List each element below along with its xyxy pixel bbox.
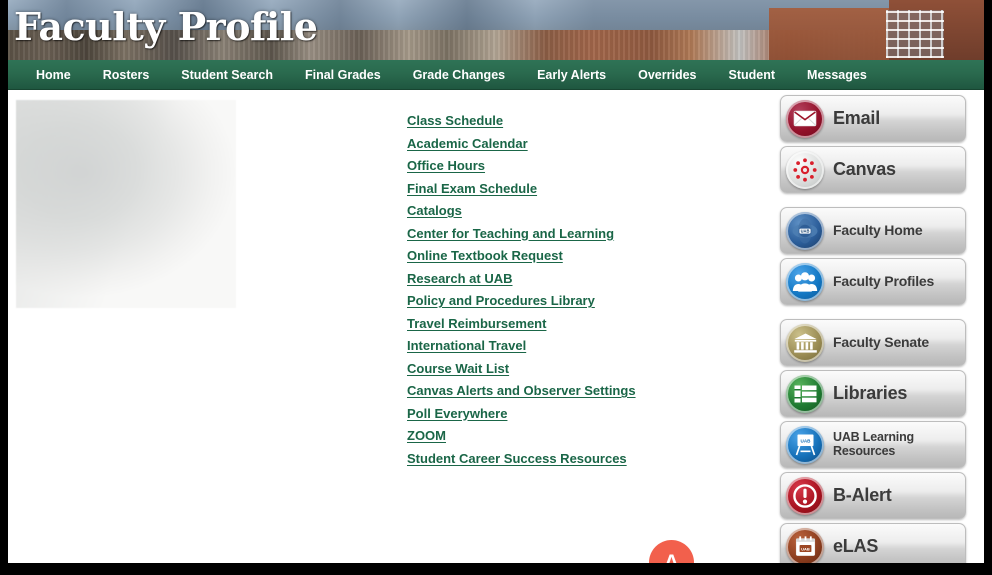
- screenshot-root: Faculty Profile Home Rosters Student Sea…: [0, 0, 992, 575]
- list-item: Academic Calendar: [407, 135, 707, 158]
- nav-item-overrides[interactable]: Overrides: [622, 60, 712, 90]
- envelope-icon: [786, 99, 824, 138]
- faculty-photo-placeholder: [16, 100, 236, 308]
- nav-item-early-alerts[interactable]: Early Alerts: [521, 60, 622, 90]
- list-item: Final Exam Schedule: [407, 180, 707, 203]
- list-item: Policy and Procedures Library: [407, 292, 707, 315]
- sidebar-button-label: Faculty Home: [833, 222, 923, 239]
- sidebar-button-label: Email: [833, 108, 881, 129]
- svg-text:UAB: UAB: [801, 228, 810, 233]
- people-group-icon: [786, 262, 824, 301]
- link-course-wait-list[interactable]: Course Wait List: [407, 361, 509, 376]
- link-office-hours[interactable]: Office Hours: [407, 158, 485, 173]
- sidebar-button-label: Canvas: [833, 159, 896, 180]
- sidebar-button-label: eLAS: [833, 536, 879, 557]
- quick-links-sidebar: Email Canvas UAB Faculty Home Faculty Pr…: [780, 95, 976, 563]
- sidebar-button-label: Faculty Profiles: [833, 273, 935, 290]
- exclamation-circle-icon: [786, 476, 824, 515]
- page-content: Class Schedule Academic Calendar Office …: [8, 91, 984, 563]
- link-zoom[interactable]: ZOOM: [407, 428, 446, 443]
- link-research-at-uab[interactable]: Research at UAB: [407, 271, 513, 286]
- list-item: Research at UAB: [407, 270, 707, 293]
- nav-item-final-grades[interactable]: Final Grades: [289, 60, 397, 90]
- link-class-schedule[interactable]: Class Schedule: [407, 113, 503, 128]
- calendar-icon: UAB: [786, 527, 824, 563]
- list-item: Online Textbook Request: [407, 247, 707, 270]
- sidebar-button-label: Libraries: [833, 383, 908, 404]
- sidebar-button-b-alert[interactable]: B-Alert: [780, 472, 966, 519]
- browser-page: Faculty Profile Home Rosters Student Sea…: [8, 0, 984, 563]
- canvas-logo-icon: [786, 150, 824, 189]
- page-banner: Faculty Profile: [8, 0, 984, 60]
- list-item: Travel Reimbursement: [407, 315, 707, 338]
- easel-board-icon: UAB: [786, 425, 824, 464]
- classical-building-icon: [786, 323, 824, 362]
- link-final-exam-schedule[interactable]: Final Exam Schedule: [407, 181, 537, 196]
- list-item: Class Schedule: [407, 112, 707, 135]
- nav-item-messages[interactable]: Messages: [791, 60, 883, 90]
- list-item: ZOOM: [407, 427, 707, 450]
- list-item: Canvas Alerts and Observer Settings: [407, 382, 707, 405]
- link-canvas-alerts-observer-settings[interactable]: Canvas Alerts and Observer Settings: [407, 383, 636, 398]
- nav-item-student-search[interactable]: Student Search: [165, 60, 289, 90]
- link-international-travel[interactable]: International Travel: [407, 338, 526, 353]
- link-student-career-success-resources[interactable]: Student Career Success Resources: [407, 451, 627, 466]
- list-item: Student Career Success Resources: [407, 450, 707, 473]
- nav-item-home[interactable]: Home: [20, 60, 87, 90]
- link-academic-calendar[interactable]: Academic Calendar: [407, 136, 528, 151]
- main-navigation: Home Rosters Student Search Final Grades…: [8, 60, 984, 90]
- link-center-teaching-learning[interactable]: Center for Teaching and Learning: [407, 226, 614, 241]
- link-travel-reimbursement[interactable]: Travel Reimbursement: [407, 316, 546, 331]
- banner-brick-building: [769, 8, 889, 60]
- sidebar-button-faculty-senate[interactable]: Faculty Senate: [780, 319, 966, 366]
- list-item: Course Wait List: [407, 360, 707, 383]
- banner-window-grid: [886, 10, 944, 58]
- sidebar-button-libraries[interactable]: Libraries: [780, 370, 966, 417]
- page-title: Faculty Profile: [14, 4, 318, 49]
- annotation-marker-a: A: [649, 540, 694, 563]
- list-item: Office Hours: [407, 157, 707, 180]
- list-item: Catalogs: [407, 202, 707, 225]
- link-poll-everywhere[interactable]: Poll Everywhere: [407, 406, 507, 421]
- sidebar-button-label: Faculty Senate: [833, 334, 930, 351]
- sidebar-button-canvas[interactable]: Canvas: [780, 146, 966, 193]
- sidebar-button-faculty-home[interactable]: UAB Faculty Home: [780, 207, 966, 254]
- sidebar-button-email[interactable]: Email: [780, 95, 966, 142]
- books-icon: [786, 374, 824, 413]
- link-catalogs[interactable]: Catalogs: [407, 203, 462, 218]
- list-item: Poll Everywhere: [407, 405, 707, 428]
- sidebar-button-label: UAB Learning Resources: [833, 430, 914, 458]
- nav-item-student[interactable]: Student: [713, 60, 792, 90]
- nav-item-rosters[interactable]: Rosters: [87, 60, 166, 90]
- sidebar-button-faculty-profiles[interactable]: Faculty Profiles: [780, 258, 966, 305]
- resource-link-list: Class Schedule Academic Calendar Office …: [407, 112, 707, 472]
- list-item: Center for Teaching and Learning: [407, 225, 707, 248]
- nav-item-grade-changes[interactable]: Grade Changes: [397, 60, 521, 90]
- svg-text:UAB: UAB: [800, 438, 811, 443]
- link-online-textbook-request[interactable]: Online Textbook Request: [407, 248, 563, 263]
- uab-globe-icon: UAB: [786, 211, 824, 250]
- sidebar-button-elas[interactable]: UAB eLAS: [780, 523, 966, 563]
- sidebar-button-uab-learning-resources[interactable]: UAB UAB Learning Resources: [780, 421, 966, 468]
- sidebar-button-label: B-Alert: [833, 485, 892, 506]
- link-policy-procedures-library[interactable]: Policy and Procedures Library: [407, 293, 595, 308]
- svg-text:UAB: UAB: [801, 546, 810, 551]
- list-item: International Travel: [407, 337, 707, 360]
